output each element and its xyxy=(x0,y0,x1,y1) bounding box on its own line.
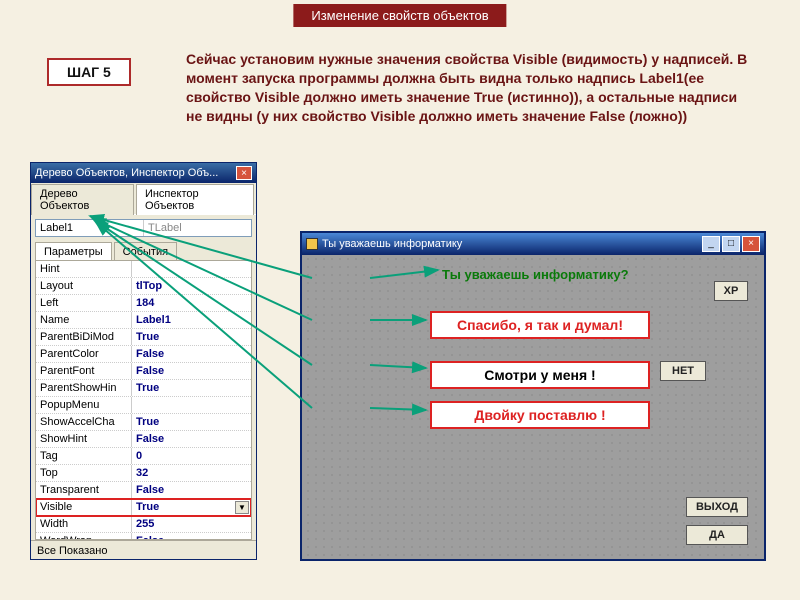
property-value[interactable]: False xyxy=(131,482,251,498)
property-name: ParentColor xyxy=(36,346,131,362)
btn-da[interactable]: ДА xyxy=(686,525,748,545)
property-name: Name xyxy=(36,312,131,328)
property-value[interactable] xyxy=(131,397,251,413)
property-name: Transparent xyxy=(36,482,131,498)
property-value[interactable]: 255 xyxy=(131,516,251,532)
property-value[interactable]: True xyxy=(131,414,251,430)
property-name: WordWrap xyxy=(36,533,131,540)
property-value[interactable]: tlTop xyxy=(131,278,251,294)
form-titlebar[interactable]: Ты уважаешь информатику _ □ × xyxy=(302,233,764,255)
form-msg3: Двойку поставлю ! xyxy=(430,401,650,429)
slide-root: Изменение свойств объектов ШАГ 5 Сейчас … xyxy=(0,0,800,600)
body-text: Сейчас установим нужные значения свойств… xyxy=(186,50,751,126)
oi-selector-name: Label1 xyxy=(36,220,143,236)
property-row-showhint[interactable]: ShowHintFalse xyxy=(36,431,251,448)
form-preview-window: Ты уважаешь информатику _ □ × Ты уважаеш… xyxy=(300,231,766,561)
tab-params[interactable]: Параметры xyxy=(35,242,112,261)
property-row-wordwrap[interactable]: WordWrapFalse xyxy=(36,533,251,540)
property-value[interactable]: False xyxy=(131,431,251,447)
oi-window-title: Дерево Объектов, Инспектор Объ... xyxy=(35,167,218,179)
oi-property-list[interactable]: HintLayouttlTopLeft184NameLabel1ParentBi… xyxy=(35,260,252,540)
property-name: ShowAccelCha xyxy=(36,414,131,430)
property-row-hint[interactable]: Hint xyxy=(36,261,251,278)
property-row-left[interactable]: Left184 xyxy=(36,295,251,312)
property-row-parentfont[interactable]: ParentFontFalse xyxy=(36,363,251,380)
property-name: Hint xyxy=(36,261,131,277)
property-name: ParentShowHin xyxy=(36,380,131,396)
btn-exit[interactable]: ВЫХОД xyxy=(686,497,748,517)
property-row-visible[interactable]: VisibleTrue▼ xyxy=(36,499,251,516)
property-value[interactable] xyxy=(131,261,251,277)
oi-status: Все Показано xyxy=(31,540,256,561)
property-value[interactable]: 32 xyxy=(131,465,251,481)
property-name: Left xyxy=(36,295,131,311)
form-msg1: Спасибо, я так и думал! xyxy=(430,311,650,339)
property-name: ParentBiDiMod xyxy=(36,329,131,345)
property-row-name[interactable]: NameLabel1 xyxy=(36,312,251,329)
close-icon[interactable]: × xyxy=(742,236,760,252)
property-value[interactable]: False xyxy=(131,533,251,540)
property-row-popupmenu[interactable]: PopupMenu xyxy=(36,397,251,414)
property-name: Visible xyxy=(36,499,131,515)
tab-events[interactable]: События xyxy=(114,242,177,261)
property-name: Width xyxy=(36,516,131,532)
property-value[interactable]: False xyxy=(131,346,251,362)
property-name: ShowHint xyxy=(36,431,131,447)
property-row-layout[interactable]: LayouttlTop xyxy=(36,278,251,295)
dropdown-icon[interactable]: ▼ xyxy=(235,501,249,514)
slide-title: Изменение свойств объектов xyxy=(293,4,506,27)
property-value[interactable]: True xyxy=(131,499,251,515)
property-name: Top xyxy=(36,465,131,481)
property-value[interactable]: 0 xyxy=(131,448,251,464)
property-value[interactable]: Label1 xyxy=(131,312,251,328)
property-row-parentshowhin[interactable]: ParentShowHinTrue xyxy=(36,380,251,397)
btn-net[interactable]: НЕТ xyxy=(660,361,706,381)
form-msg2: Смотри у меня ! xyxy=(430,361,650,389)
property-row-showaccelcha[interactable]: ShowAccelChaTrue xyxy=(36,414,251,431)
oi-object-selector[interactable]: Label1 TLabel xyxy=(35,219,252,237)
maximize-icon[interactable]: □ xyxy=(722,236,740,252)
property-row-width[interactable]: Width255 xyxy=(36,516,251,533)
property-row-tag[interactable]: Tag0 xyxy=(36,448,251,465)
step-badge: ШАГ 5 xyxy=(47,58,131,86)
oi-selector-type: TLabel xyxy=(143,220,251,236)
oi-titlebar[interactable]: Дерево Объектов, Инспектор Объ... × xyxy=(31,163,256,183)
property-row-parentbidimod[interactable]: ParentBiDiModTrue xyxy=(36,329,251,346)
property-row-parentcolor[interactable]: ParentColorFalse xyxy=(36,346,251,363)
property-row-transparent[interactable]: TransparentFalse xyxy=(36,482,251,499)
property-name: ParentFont xyxy=(36,363,131,379)
property-name: Layout xyxy=(36,278,131,294)
btn-xp[interactable]: XP xyxy=(714,281,748,301)
form-icon xyxy=(306,238,318,250)
tab-object-inspector[interactable]: Инспектор Объектов xyxy=(136,184,254,215)
minimize-icon[interactable]: _ xyxy=(702,236,720,252)
form-question-label: Ты уважаешь информатику? xyxy=(442,267,629,282)
form-title: Ты уважаешь информатику xyxy=(322,238,462,250)
property-value[interactable]: True xyxy=(131,380,251,396)
close-icon[interactable]: × xyxy=(236,166,252,180)
property-name: Tag xyxy=(36,448,131,464)
property-name: PopupMenu xyxy=(36,397,131,413)
property-value[interactable]: 184 xyxy=(131,295,251,311)
object-inspector-window: Дерево Объектов, Инспектор Объ... × Дере… xyxy=(30,162,257,560)
property-value[interactable]: True xyxy=(131,329,251,345)
property-row-top[interactable]: Top32 xyxy=(36,465,251,482)
property-value[interactable]: False xyxy=(131,363,251,379)
tab-object-tree[interactable]: Дерево Объектов xyxy=(31,184,134,215)
